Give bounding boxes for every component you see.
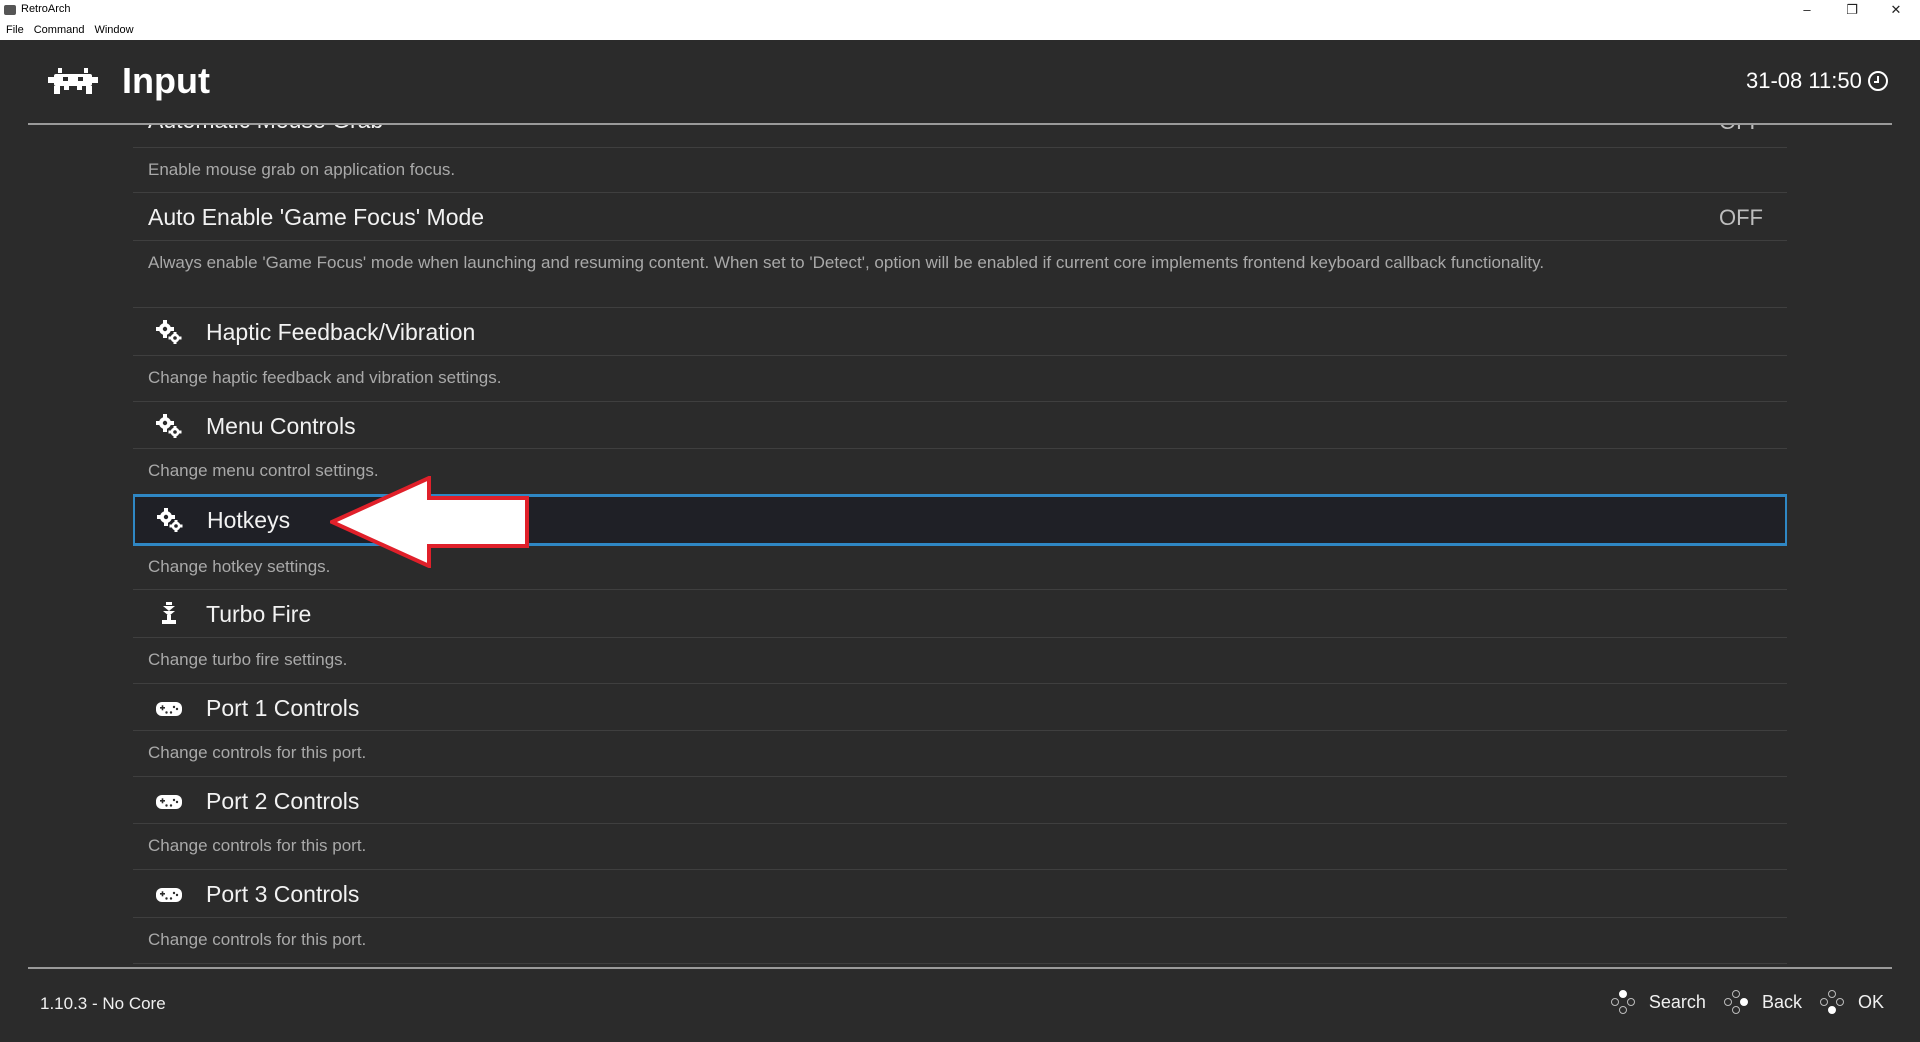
retroarch-invader-icon <box>48 68 98 94</box>
list-item-automatic-mouse-grab[interactable]: Automatic Mouse Grab OFF <box>133 125 1787 148</box>
list-item-haptic-feedback[interactable]: Haptic Feedback/Vibration <box>133 308 1787 356</box>
gamepad-icon <box>156 795 182 809</box>
menu-file[interactable]: File <box>6 24 24 36</box>
ok-action[interactable]: OK <box>1819 990 1884 1014</box>
list-item-label: Auto Enable 'Game Focus' Mode <box>148 204 485 230</box>
list-item-label: Haptic Feedback/Vibration <box>206 319 476 345</box>
list-item-description-row: Change controls for this port. <box>133 918 1787 964</box>
list-item-description: Change haptic feedback and vibration set… <box>148 368 502 387</box>
list-item-description: Enable mouse grab on application focus. <box>148 160 456 179</box>
window-titlebar: RetroArch File Command Window – ❐ ✕ <box>0 0 1920 40</box>
list-item-label: Automatic Mouse Grab <box>148 125 383 134</box>
gears-icon <box>156 320 182 344</box>
list-item-description-row: Always enable 'Game Focus' mode when lau… <box>133 241 1787 308</box>
list-item-description: Change controls for this port. <box>148 743 367 762</box>
gamepad-button-top-icon <box>1610 990 1635 1014</box>
gamepad-button-bottom-icon <box>1819 990 1844 1014</box>
maximize-button[interactable]: ❐ <box>1832 2 1872 20</box>
list-item-port-2-controls[interactable]: Port 2 Controls <box>133 777 1787 824</box>
list-item-label: Port 3 Controls <box>206 881 360 907</box>
menu-command[interactable]: Command <box>34 24 85 36</box>
list-item-port-1-controls[interactable]: Port 1 Controls <box>133 684 1787 731</box>
list-item-turbo-fire[interactable]: Turbo Fire <box>133 590 1787 638</box>
footer-divider <box>28 967 1892 969</box>
list-item-description-row: Enable mouse grab on application focus. <box>133 148 1787 193</box>
list-item-label: Hotkeys <box>207 507 291 533</box>
list-item-menu-controls[interactable]: Menu Controls <box>133 402 1787 449</box>
list-item-description: Always enable 'Game Focus' mode when lau… <box>148 253 1545 272</box>
list-item-description-row: Change turbo fire settings. <box>133 638 1787 684</box>
list-item-value[interactable]: OFF <box>1719 205 1763 231</box>
version-label: 1.10.3 - No Core <box>40 994 166 1013</box>
list-item-description-row: Change haptic feedback and vibration set… <box>133 356 1787 402</box>
annotation-arrow-icon <box>330 476 529 568</box>
back-action[interactable]: Back <box>1723 990 1802 1014</box>
gears-icon <box>156 414 182 438</box>
list-item-label: Menu Controls <box>206 413 356 439</box>
list-item-description: Change controls for this port. <box>148 836 367 855</box>
app-icon <box>4 5 16 15</box>
list-item-description-row: Change controls for this port. <box>133 824 1787 870</box>
list-item-port-3-controls[interactable]: Port 3 Controls <box>133 870 1787 918</box>
clock-text: 31-08 11:50 <box>1746 68 1862 93</box>
back-label: Back <box>1761 991 1802 1012</box>
ok-label: OK <box>1857 991 1884 1012</box>
list-item-label: Port 1 Controls <box>206 695 360 721</box>
window-title: RetroArch <box>21 3 71 15</box>
list-item-label: Port 2 Controls <box>206 788 360 814</box>
menu-window[interactable]: Window <box>94 24 133 36</box>
menu-bar: File Command Window <box>6 24 134 36</box>
gears-icon <box>157 508 183 532</box>
minimize-button[interactable]: – <box>1787 2 1827 20</box>
gamepad-button-right-icon <box>1723 990 1748 1014</box>
search-label: Search <box>1648 991 1706 1012</box>
page-title: Input <box>122 60 210 101</box>
list-item-description: Change turbo fire settings. <box>148 650 348 669</box>
list-item-description-row: Change controls for this port. <box>133 731 1787 777</box>
gamepad-icon <box>156 888 182 902</box>
gamepad-icon <box>156 702 182 716</box>
list-item-value[interactable]: OFF <box>1719 125 1763 135</box>
list-item-label: Turbo Fire <box>206 601 312 627</box>
footer-actions: Search Back OK <box>1605 990 1884 1014</box>
clock: 31-08 11:50 <box>1746 68 1888 94</box>
clock-icon <box>1867 71 1888 91</box>
search-action[interactable]: Search <box>1610 990 1706 1014</box>
list-item-description: Change controls for this port. <box>148 930 367 949</box>
list-item-auto-enable-game-focus[interactable]: Auto Enable 'Game Focus' Mode OFF <box>133 193 1787 241</box>
close-button[interactable]: ✕ <box>1876 2 1916 20</box>
turbo-icon <box>162 602 176 624</box>
